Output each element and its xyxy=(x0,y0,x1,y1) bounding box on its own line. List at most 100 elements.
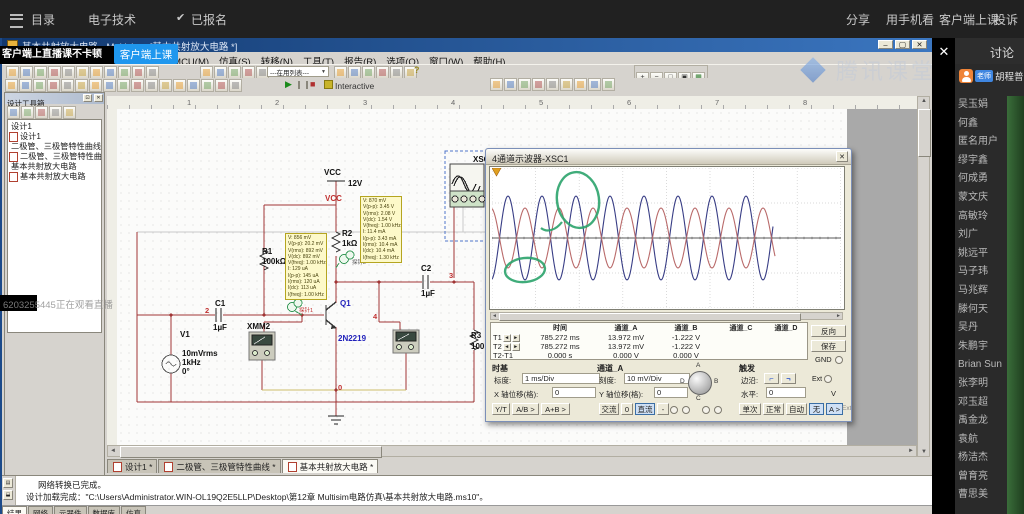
client-class-cta-button[interactable]: 客户端上课 xyxy=(114,44,178,64)
cursor-right-button[interactable]: ► xyxy=(512,334,520,342)
cursor-left-button[interactable]: ◄ xyxy=(503,343,511,351)
toolbox-tool-icon[interactable] xyxy=(7,106,20,119)
simulate-play-button[interactable]: ▶ xyxy=(285,79,292,90)
spreadsheet-tab[interactable]: 元器件 xyxy=(54,506,87,514)
component-icon[interactable] xyxy=(5,79,18,92)
catalog-icon[interactable] xyxy=(10,14,23,28)
topbar-item-course[interactable]: 电子技术 xyxy=(88,11,136,28)
component-icon[interactable] xyxy=(215,79,228,92)
scope-mode-button[interactable]: 直流 xyxy=(635,403,655,415)
spreadsheet-tab[interactable]: 数据库 xyxy=(88,506,121,514)
toolbox-tool-icon[interactable] xyxy=(63,106,76,119)
channel-select-knob[interactable] xyxy=(688,371,712,395)
scroll-right-icon[interactable]: ► xyxy=(908,448,914,454)
help-icon[interactable]: ? xyxy=(414,65,420,75)
instrument-icon[interactable] xyxy=(560,78,573,91)
spreadsheet-tab[interactable]: 结果 xyxy=(2,506,27,514)
component-icon[interactable] xyxy=(47,79,60,92)
oscilloscope-title-bar[interactable]: 4通道示波器-XSC1 ✕ xyxy=(486,149,851,165)
channel-a-ypos-field[interactable]: 0 xyxy=(654,387,688,398)
cursor-right-button[interactable]: ► xyxy=(512,343,520,351)
reverse-button[interactable]: 反向 xyxy=(811,325,846,337)
scope-mode-button[interactable]: 交流 xyxy=(599,403,619,415)
trigger-edge-rising-button[interactable]: ⌐ xyxy=(764,373,779,384)
results-export-icon[interactable]: ⬓ xyxy=(3,490,13,500)
spreadsheet-tab[interactable]: 仿真 xyxy=(121,506,146,514)
tree-item[interactable]: 设计1 xyxy=(8,122,101,132)
component-icon[interactable] xyxy=(103,79,116,92)
component-icon[interactable] xyxy=(89,79,102,92)
scope-mode-button[interactable]: 正常 xyxy=(763,403,784,415)
instrument-icon[interactable] xyxy=(602,78,615,91)
toolbox-tool-icon[interactable] xyxy=(35,106,48,119)
simulate-stop-button[interactable]: ■ xyxy=(310,79,315,89)
instrument-icon[interactable] xyxy=(504,78,517,91)
scope-mode-button[interactable]: Y/T xyxy=(492,403,510,415)
component-icon[interactable] xyxy=(75,79,88,92)
instrument-icon[interactable] xyxy=(574,78,587,91)
save-button[interactable]: 保存 xyxy=(811,340,846,352)
instrument-icon[interactable] xyxy=(532,78,545,91)
component-icon[interactable] xyxy=(201,79,214,92)
scope-mode-button[interactable]: A+B > xyxy=(541,403,570,415)
sheet-tab[interactable]: 二极管、三极管特性曲线 * xyxy=(158,459,280,473)
mobile-view-button[interactable]: 用手机看 xyxy=(886,11,934,28)
instrument-icon[interactable] xyxy=(518,78,531,91)
scope-mode-button[interactable]: A/B > xyxy=(512,403,539,415)
scope-mode-button[interactable]: A > xyxy=(826,403,843,415)
scope-mode-button[interactable]: 自动 xyxy=(786,403,807,415)
oscilloscope-screen-scrollbar[interactable]: ◄ ► xyxy=(490,312,843,320)
oscilloscope-close-button[interactable]: ✕ xyxy=(836,151,848,162)
toolbox-float-button[interactable]: ⊡ xyxy=(83,94,92,102)
component-icon[interactable] xyxy=(33,79,46,92)
topbar-item-catalog[interactable]: 目录 xyxy=(31,11,55,28)
instrument-icon[interactable] xyxy=(546,78,559,91)
canvas-h-scrollbar[interactable]: ◄ ► xyxy=(107,445,917,457)
channel-radio[interactable] xyxy=(670,406,678,414)
timebase-xpos-field[interactable]: 0 xyxy=(552,387,596,398)
teacher-row[interactable]: 老师 胡程普 xyxy=(959,66,1024,86)
in-use-list-dropdown[interactable]: ---在用列表--- ▼ xyxy=(267,66,329,77)
toolbox-tool-icon[interactable] xyxy=(49,106,62,119)
component-icon[interactable] xyxy=(229,79,242,92)
scroll-down-icon[interactable]: ▼ xyxy=(921,449,927,455)
sheet-tab[interactable]: 基本共射放大电路 * xyxy=(282,459,379,473)
component-icon[interactable] xyxy=(159,79,172,92)
discussion-tab[interactable]: 讨论 xyxy=(990,44,1014,61)
member-list[interactable]: 吴玉娟何鑫匿名用户缪宇鑫何成勇蒙文庆高敏玲刘广姚远平马子玮马兆辉滕何天吴丹朱鹏宇… xyxy=(958,96,1018,514)
toolbox-close-button[interactable]: ✕ xyxy=(94,94,103,102)
scope-mode-button[interactable]: 单次 xyxy=(739,403,761,415)
spreadsheet-tab[interactable]: 网络 xyxy=(28,506,53,514)
interactive-dropdown[interactable]: Interactive xyxy=(324,80,374,91)
oscilloscope-window[interactable]: 4通道示波器-XSC1 ✕ ◄ ► 时间通道_A通道_B通道_C通道_DT1◄►… xyxy=(485,148,852,422)
results-tool-icon[interactable]: ▤ xyxy=(3,478,13,488)
component-icon[interactable] xyxy=(19,79,32,92)
trigger-level-field[interactable]: 0 xyxy=(766,387,806,398)
toolbox-tool-icon[interactable] xyxy=(21,106,34,119)
report-button[interactable]: 投诉 xyxy=(994,11,1018,28)
instrument-icon[interactable] xyxy=(490,78,503,91)
sheet-tab[interactable]: 设计1 * xyxy=(107,459,157,473)
minimize-button[interactable]: – xyxy=(878,40,893,49)
scroll-left-icon[interactable]: ◄ xyxy=(492,313,497,319)
simulate-pause-button[interactable] xyxy=(298,81,308,89)
component-icon[interactable] xyxy=(117,79,130,92)
share-button[interactable]: 分享 xyxy=(846,11,870,28)
instrument-icon[interactable] xyxy=(588,78,601,91)
maximize-button[interactable]: ▢ xyxy=(895,40,910,49)
tree-item[interactable]: 基本共射放大电路 xyxy=(8,172,101,182)
scroll-left-icon[interactable]: ◄ xyxy=(110,448,116,454)
window-close-button[interactable]: ✕ xyxy=(912,40,927,49)
component-icon[interactable] xyxy=(173,79,186,92)
component-icon[interactable] xyxy=(145,79,158,92)
timebase-scale-field[interactable]: 1 ms/Div xyxy=(522,373,600,384)
trigger-edge-falling-button[interactable]: ¬ xyxy=(781,373,796,384)
scroll-right-icon[interactable]: ► xyxy=(836,313,841,319)
channel-radio[interactable] xyxy=(702,406,710,414)
cursor-left-button[interactable]: ◄ xyxy=(503,334,511,342)
canvas-v-scrollbar[interactable]: ▲ ▼ xyxy=(917,96,930,457)
scroll-up-icon[interactable]: ▲ xyxy=(921,98,927,104)
channel-radio[interactable] xyxy=(682,406,690,414)
overlay-close-button[interactable]: ✕ xyxy=(934,42,954,62)
gnd-terminal[interactable] xyxy=(835,356,843,364)
